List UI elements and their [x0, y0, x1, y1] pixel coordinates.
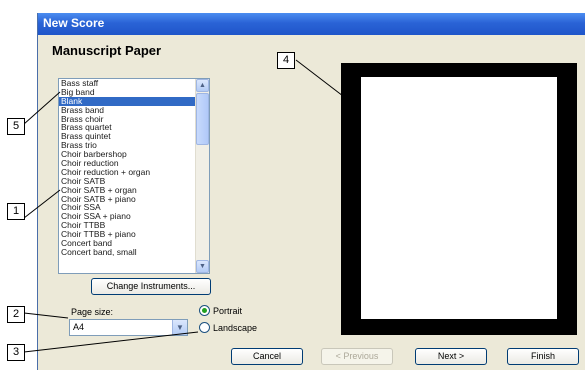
- vertical-scrollbar[interactable]: ▲ ▼: [195, 79, 209, 273]
- callout-2: 2: [7, 306, 25, 323]
- scroll-up-arrow-icon[interactable]: ▲: [196, 79, 209, 92]
- title-bar: New Score: [38, 13, 585, 35]
- scroll-thumb[interactable]: [196, 93, 209, 145]
- page-size-label: Page size:: [71, 307, 114, 317]
- cancel-button[interactable]: Cancel: [231, 348, 303, 365]
- previous-button[interactable]: < Previous: [321, 348, 393, 365]
- landscape-radio[interactable]: [199, 322, 210, 333]
- section-heading: Manuscript Paper: [52, 43, 162, 58]
- window-title: New Score: [43, 16, 105, 30]
- scroll-down-arrow-icon[interactable]: ▼: [196, 260, 209, 273]
- manuscript-paper-list[interactable]: Bass staff Big band Blank Brass band Brass c…: [58, 78, 210, 274]
- list-item[interactable]: Concert band, small: [59, 248, 195, 257]
- preview-page: [361, 77, 557, 319]
- landscape-label: Landscape: [213, 323, 258, 333]
- list-items: Bass staff Big band Blank Brass band Brass c…: [59, 79, 195, 257]
- finish-button[interactable]: Finish: [507, 348, 579, 365]
- page-size-value: A4: [73, 322, 85, 332]
- callout-1: 1: [7, 203, 25, 220]
- callout-3: 3: [7, 344, 25, 361]
- portrait-radio[interactable]: [199, 305, 210, 316]
- next-button[interactable]: Next >: [415, 348, 487, 365]
- callout-5: 5: [7, 118, 25, 135]
- callout-4: 4: [277, 52, 295, 69]
- page-size-select[interactable]: A4 ▼: [69, 319, 188, 336]
- portrait-label: Portrait: [213, 306, 243, 316]
- radio-selected-dot: [202, 308, 207, 313]
- paper-preview: [341, 63, 577, 335]
- chevron-down-icon[interactable]: ▼: [172, 320, 187, 335]
- change-instruments-button[interactable]: Change Instruments...: [91, 278, 211, 295]
- new-score-dialog: New Score Manuscript Paper Bass staff Big…: [37, 13, 585, 370]
